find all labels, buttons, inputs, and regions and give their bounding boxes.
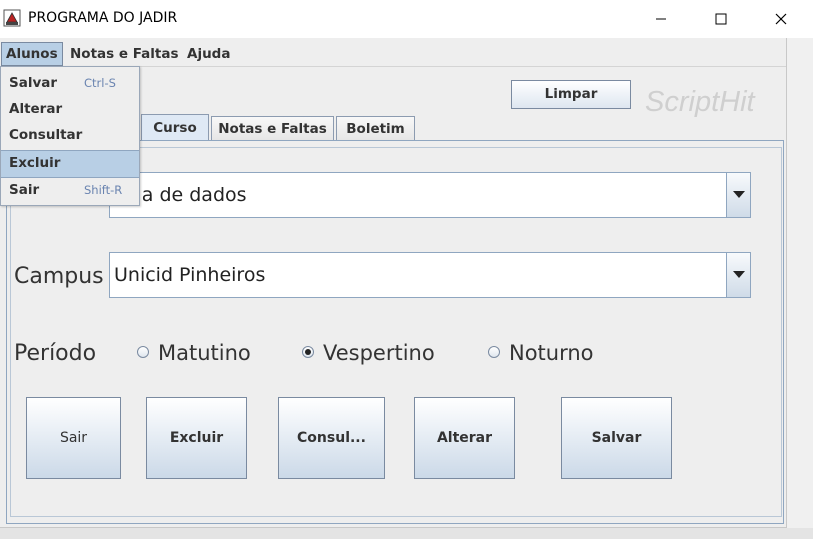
tab-curso[interactable]: Curso bbox=[141, 114, 209, 141]
limpar-button[interactable]: Limpar bbox=[511, 80, 631, 109]
periodo-label: Período bbox=[14, 341, 97, 366]
menu-item-excluir[interactable]: Excluir bbox=[1, 150, 139, 178]
maximize-button[interactable] bbox=[698, 0, 744, 38]
tab-boletim[interactable]: Boletim bbox=[336, 116, 415, 140]
menu-item-shortcut: Shift-R bbox=[84, 183, 123, 197]
menu-item-label: Excluir bbox=[9, 155, 61, 171]
radio-noturno-label[interactable]: Noturno bbox=[509, 341, 594, 365]
radio-vespertino[interactable] bbox=[302, 346, 314, 358]
radio-matutino-label[interactable]: Matutino bbox=[158, 341, 251, 365]
menu-item-label: Consultar bbox=[9, 127, 83, 143]
menu-notas-e-faltas[interactable]: Notas e Faltas bbox=[66, 42, 183, 66]
menu-item-label: Sair bbox=[9, 182, 40, 198]
menu-bar: Alunos Notas e Faltas Ajuda bbox=[0, 42, 786, 67]
background-strip bbox=[0, 528, 813, 539]
minimize-icon bbox=[656, 18, 666, 20]
window-title: PROGRAMA DO JADIR bbox=[28, 10, 178, 26]
radio-vespertino-label[interactable]: Vespertino bbox=[323, 341, 435, 365]
java-app-icon bbox=[3, 9, 21, 27]
menu-alunos[interactable]: Alunos bbox=[1, 42, 63, 66]
radio-selected-dot bbox=[305, 349, 311, 355]
alunos-dropdown-menu: Salvar Ctrl-S Alterar Consultar Excluir … bbox=[0, 66, 140, 206]
campus-combobox-value: Unicid Pinheiros bbox=[114, 264, 266, 286]
menu-item-label: Salvar bbox=[9, 75, 58, 91]
scripthit-watermark: ScriptHit bbox=[645, 86, 755, 118]
menu-ajuda[interactable]: Ajuda bbox=[183, 42, 234, 66]
menu-item-label: Alterar bbox=[9, 101, 63, 117]
campus-combobox[interactable]: Unicid Pinheiros bbox=[109, 252, 751, 298]
close-icon bbox=[775, 13, 787, 25]
menu-item-salvar[interactable]: Salvar Ctrl-S bbox=[1, 71, 139, 97]
curso-combobox[interactable]: ncia de dados bbox=[109, 172, 751, 218]
radio-matutino[interactable] bbox=[137, 346, 149, 358]
menu-item-sair[interactable]: Sair Shift-R bbox=[1, 178, 139, 204]
app-window: PROGRAMA DO JADIR Alunos Notas e Faltas … bbox=[0, 0, 813, 528]
maximize-icon bbox=[715, 13, 727, 25]
minimize-button[interactable] bbox=[638, 0, 684, 38]
campus-combobox-arrow[interactable] bbox=[726, 253, 750, 297]
sair-button[interactable]: Sair bbox=[26, 397, 121, 479]
tab-notas-e-faltas[interactable]: Notas e Faltas bbox=[211, 116, 334, 140]
campus-label: Campus bbox=[14, 264, 104, 289]
dropdown-arrow-icon bbox=[732, 271, 745, 278]
menu-item-alterar[interactable]: Alterar bbox=[1, 97, 139, 123]
curso-combobox-arrow[interactable] bbox=[726, 173, 750, 217]
radio-noturno[interactable] bbox=[488, 346, 500, 358]
menu-item-consultar[interactable]: Consultar bbox=[1, 123, 139, 149]
dropdown-arrow-icon bbox=[732, 191, 745, 198]
close-button[interactable] bbox=[758, 0, 804, 38]
salvar-button[interactable]: Salvar bbox=[561, 397, 672, 479]
excluir-button[interactable]: Excluir bbox=[146, 397, 247, 479]
consultar-button[interactable]: Consul... bbox=[278, 397, 385, 479]
alterar-button[interactable]: Alterar bbox=[414, 397, 515, 479]
title-bar: PROGRAMA DO JADIR bbox=[0, 0, 813, 38]
menu-item-shortcut: Ctrl-S bbox=[84, 76, 116, 90]
